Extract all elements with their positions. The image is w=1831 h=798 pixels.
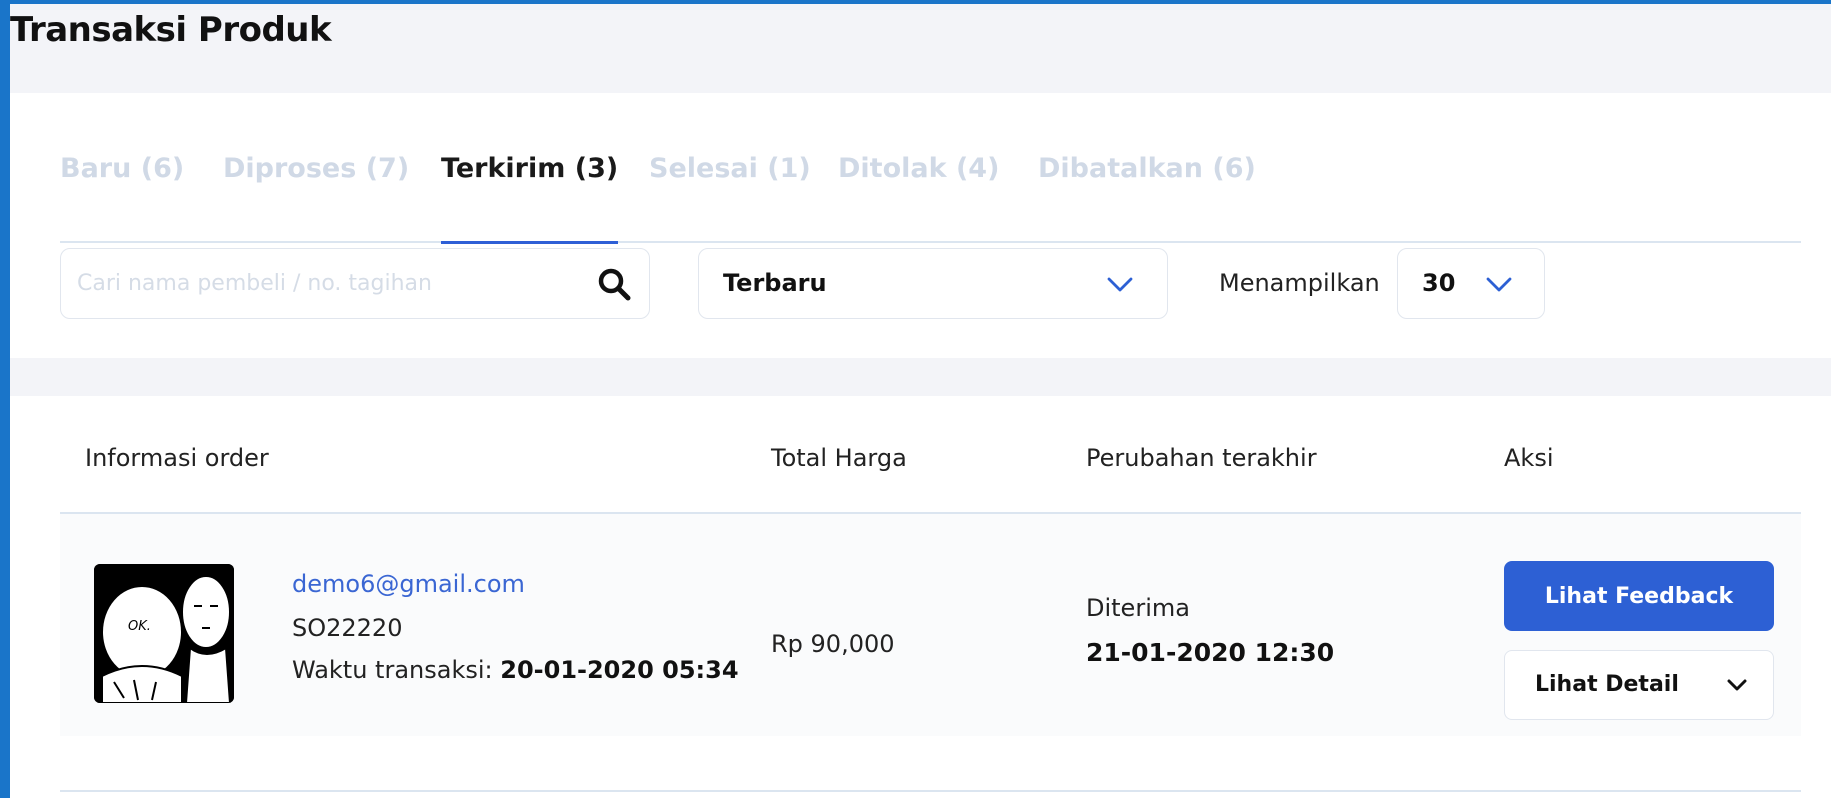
show-count-label: Menampilkan <box>1219 269 1380 297</box>
status-date: 21-01-2020 12:30 <box>1086 638 1335 667</box>
page-title: Transaksi Produk <box>10 10 332 50</box>
transaction-time-label: Waktu transaksi: <box>292 656 493 684</box>
transactions-table: Informasi order Total Harga Perubahan te… <box>10 396 1831 798</box>
sort-select[interactable]: Terbaru <box>698 248 1168 319</box>
column-header-order-info: Informasi order <box>85 444 269 472</box>
filter-panel: Baru (6) Diproses (7) Terkirim (3) Seles… <box>10 93 1831 358</box>
tab-dibatalkan[interactable]: Dibatalkan (6) <box>1038 133 1256 243</box>
show-count-select[interactable]: 30 <box>1397 248 1545 319</box>
tab-baru[interactable]: Baru (6) <box>60 133 184 243</box>
tab-ditolak[interactable]: Ditolak (4) <box>838 133 999 243</box>
transaction-time-value: 20-01-2020 05:34 <box>500 656 739 684</box>
tab-diproses[interactable]: Diproses (7) <box>223 133 409 243</box>
view-detail-button[interactable]: Lihat Detail <box>1504 650 1774 720</box>
tab-terkirim[interactable]: Terkirim (3) <box>441 133 619 244</box>
search-icon[interactable] <box>597 267 631 301</box>
view-detail-label: Lihat Detail <box>1535 672 1679 697</box>
chevron-down-icon <box>1486 277 1512 292</box>
column-header-total: Total Harga <box>771 444 907 472</box>
view-feedback-button[interactable]: Lihat Feedback <box>1504 561 1774 631</box>
column-header-actions: Aksi <box>1504 444 1554 472</box>
buyer-email-link[interactable]: demo6@gmail.com <box>292 570 525 598</box>
chevron-down-icon <box>1727 679 1747 691</box>
tab-selesai[interactable]: Selesai (1) <box>649 133 811 243</box>
table-row: OK. demo6@gmail.com SO22220 Waktu transa… <box>60 514 1801 736</box>
status-text: Diterima <box>1086 594 1190 622</box>
window-frame-top <box>0 0 1831 4</box>
window-frame-left <box>0 0 10 798</box>
column-header-last-change: Perubahan terakhir <box>1086 444 1317 472</box>
search-input[interactable] <box>77 249 577 317</box>
product-thumbnail: OK. <box>94 564 234 703</box>
transaction-time: Waktu transaksi: 20-01-2020 05:34 <box>292 656 739 684</box>
total-price: Rp 90,000 <box>771 630 895 658</box>
row-divider <box>60 790 1801 792</box>
thumbnail-caption: OK. <box>128 619 151 634</box>
show-count-value: 30 <box>1422 269 1456 297</box>
chevron-down-icon <box>1107 277 1133 292</box>
sort-select-value: Terbaru <box>723 269 827 297</box>
order-number: SO22220 <box>292 614 403 642</box>
status-tabs: Baru (6) Diproses (7) Terkirim (3) Seles… <box>60 133 1801 244</box>
search-box <box>60 248 650 319</box>
